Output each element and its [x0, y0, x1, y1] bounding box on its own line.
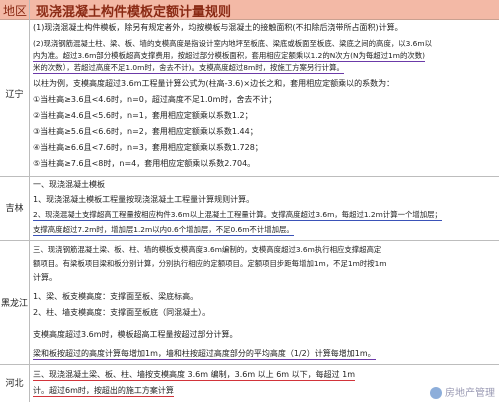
rule-line: 计算。 — [33, 273, 57, 282]
rule-line: ①当柱高≥3.6且<4.6时，n=0，超过高度不足1.0m时，舍去不计； — [33, 95, 277, 104]
region-label: 吉林 — [5, 204, 24, 214]
rule-line: (1)现浇混凝土构件模板，除另有规定者外，均按模板与混凝土的接触面积(不扣除后浇… — [33, 23, 403, 32]
rule-line: (2)现浇钢筋混凝土柱、梁、板、墙的支模高度是指设计室内地坪至板底、梁底或板面至… — [33, 39, 432, 48]
rule-line: 米的次数），若超过高度不足1.0m时，舍去不计)。支模高度超过8m时，按施工方案… — [33, 63, 344, 74]
rule-line: 以柱为例，支模高度超过3.6m工程量计算公式为(柱高-3.6)×边长之和，套用相… — [33, 79, 395, 88]
rule-line: 支模高度超过3.6m时，模板超高工程量按超过部分计算。 — [33, 330, 238, 339]
section-liaoning: 辽宁 (1)现浇混凝土构件模板，除另有规定者外，均按模板与混凝土的接触面积(不扣… — [0, 20, 499, 177]
rule-line: ②当柱高≥4.6且<5.6时，n=1，套用相应定额乘以系数1.2； — [33, 111, 253, 120]
rule-line: 1、梁、板支模高度：支撑面至板、梁底标高。 — [33, 292, 199, 301]
section-hebei: 河北 三、现浇混凝土梁、板、柱、墙按支模高度 3.6m 编制，3.6m 以上 6… — [0, 365, 499, 402]
rule-line: 2、现浇混凝土支撑超高工程量按相应构件3.6m以上混凝土工程量计算。支撑高度超过… — [33, 210, 442, 221]
rule-line: 支撑高度超过7.2m时，增加层1.2m以内0.6个增加层，不足0.6m不计增加层… — [33, 225, 294, 236]
rule-line: ⑤当柱高≥7.6且<8时，n=4，套用相应定额乘以系数2.704。 — [33, 159, 256, 168]
rule-line: 三、现浇混凝土梁、板、柱、墙按支模高度 3.6m 编制，3.6m 以上 6m 以… — [33, 370, 356, 381]
rule-line: ③当柱高≥5.6且<6.6时，n=2，套用相应定额乘以系数1.44； — [33, 127, 258, 136]
watermark-text: 房地产管理 — [445, 388, 495, 399]
rule-line: 内为准。超过3.6m部分模板超高支撑费用，按超过部分模板面积，套用相应定额乘以1… — [33, 51, 426, 62]
rule-line: 1、现浇混凝土模板工程量按现浇混凝土工程量计算规则计算。 — [33, 195, 255, 204]
rule-line: 三、现浇钢筋混凝土梁、板、柱、墙的模板支模高度3.6m编制的，支模高度超过3.6… — [33, 245, 382, 254]
rule-line: 计。超过6m时，按超出的施工方案计算 — [33, 386, 174, 397]
rule-line: 额项目。有梁板项目梁和板分别计算，分别执行相应的定额项目。定额项目步距每增加1m… — [33, 259, 387, 268]
section-heilongjiang: 黑龙江 三、现浇钢筋混凝土梁、板、柱、墙的模板支模高度3.6m编制的，支模高度超… — [0, 241, 499, 365]
header-region: 地区 — [3, 4, 28, 18]
rule-line: 梁和板按超过的高度计算每增加1m，墙和柱按超过高度部分的平均高度（1/2）计算每… — [33, 349, 376, 360]
header-rule: 现浇混凝土构件模板定额计量规则 — [36, 5, 232, 20]
rules-table: 地区 现浇混凝土构件模板定额计量规则 辽宁 (1)现浇混凝土构件模板，除另有规定… — [0, 0, 499, 402]
section-jilin: 吉林 一、现浇混凝土模板 1、现浇混凝土模板工程量按现浇混凝土工程量计算规则计算… — [0, 177, 499, 241]
watermark: 房地产管理 — [430, 384, 495, 399]
region-label: 河北 — [5, 379, 24, 389]
table-header: 地区 现浇混凝土构件模板定额计量规则 — [0, 0, 499, 20]
region-label: 辽宁 — [5, 90, 24, 100]
rule-line: 2、柱、墙支模高度：支撑面至板底（同混凝土）。 — [33, 308, 211, 317]
rule-line: ④当柱高≥6.6且<7.6时，n=3，套用相应定额乘以系数1.728； — [33, 143, 263, 152]
rule-line: 一、现浇混凝土模板 — [33, 180, 105, 189]
region-label: 黑龙江 — [0, 299, 28, 309]
watermark-logo-icon — [430, 387, 442, 399]
